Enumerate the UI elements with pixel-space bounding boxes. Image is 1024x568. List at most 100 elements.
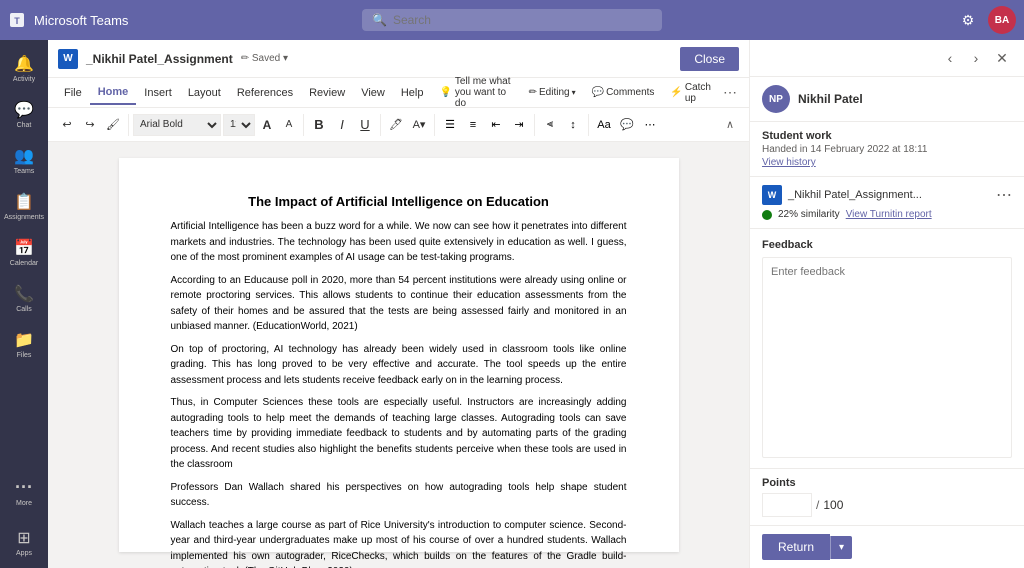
panel-nav: ‹ › ✕ <box>750 40 1024 77</box>
activity-icon: 🔔 <box>14 54 34 74</box>
panel-prev-button[interactable]: ‹ <box>938 46 962 70</box>
points-input-row: / 100 <box>762 493 1012 517</box>
teams-logo-icon: T <box>8 11 26 29</box>
panel-next-button[interactable]: › <box>964 46 988 70</box>
file-more-button[interactable]: ⋯ <box>996 185 1012 205</box>
points-separator: / <box>816 498 819 512</box>
sidebar-item-apps[interactable]: ⊞ Apps <box>4 520 44 564</box>
format-more-button[interactable]: ⋯ <box>639 114 661 136</box>
teams-icon: 👥 <box>14 146 34 166</box>
font-name-select[interactable]: Arial Bold <box>133 114 221 136</box>
format-bar: ↩ ↪ 🖌 Arial Bold 11 A A B I U 🖊 <box>48 108 749 142</box>
doc-titlebar: W _Nikhil Patel_Assignment ✏ Saved ▾ Clo… <box>48 40 749 78</box>
font-size-select[interactable]: 11 <box>223 114 255 136</box>
redo-button[interactable]: ↪ <box>79 114 101 136</box>
bold-button[interactable]: B <box>308 114 330 136</box>
return-section: Return ▾ <box>750 525 1024 568</box>
settings-icon[interactable]: ⚙ <box>954 6 982 34</box>
student-work-subtitle: Handed in 14 February 2022 at 18:11 <box>762 144 1012 155</box>
more-icon: ··· <box>15 477 33 498</box>
editing-button[interactable]: ✏ Editing ▾ <box>521 83 584 102</box>
line-spacing-button[interactable]: ↕ <box>562 114 584 136</box>
assignments-icon: 📋 <box>14 192 34 212</box>
font-color-button[interactable]: A▾ <box>408 114 430 136</box>
calendar-icon: 📅 <box>14 238 34 258</box>
editing-chevron-icon: ▾ <box>572 88 576 97</box>
doc-para-5: Wallach teaches a large course as part o… <box>171 518 627 568</box>
main-layout: 🔔 Activity 💬 Chat 👥 Teams 📋 Assignments … <box>0 40 1024 568</box>
sidebar-item-chat[interactable]: 💬 Chat <box>4 92 44 136</box>
underline-button[interactable]: U <box>354 114 376 136</box>
app-title: Microsoft Teams <box>34 13 128 28</box>
doc-para-1: According to an Educause poll in 2020, m… <box>171 273 627 335</box>
sidebar-item-more[interactable]: ··· More <box>4 470 44 514</box>
format-collapse-button[interactable]: ∧ <box>719 114 741 136</box>
reviewer-name: Nikhil Patel <box>798 92 863 106</box>
indent-increase-button[interactable]: ⇥ <box>508 114 530 136</box>
format-group-misc: Aa 💬 ⋯ <box>593 114 661 136</box>
right-panel: ‹ › ✕ NP Nikhil Patel Student work Hande… <box>749 40 1024 568</box>
tab-review[interactable]: Review <box>301 82 353 104</box>
tab-references[interactable]: References <box>229 82 301 104</box>
apps-icon: ⊞ <box>17 528 30 548</box>
font-increase-button[interactable]: A <box>257 114 277 136</box>
search-input[interactable] <box>393 13 633 27</box>
number-list-button[interactable]: ≡ <box>462 114 484 136</box>
close-button[interactable]: Close <box>680 47 739 71</box>
turnitin-link[interactable]: View Turnitin report <box>846 209 932 220</box>
tab-layout[interactable]: Layout <box>180 82 229 104</box>
feedback-input[interactable] <box>762 257 1012 458</box>
indent-decrease-button[interactable]: ⇤ <box>485 114 507 136</box>
return-dropdown-button[interactable]: ▾ <box>830 536 852 559</box>
tab-help[interactable]: Help <box>393 82 432 104</box>
sidebar-item-files[interactable]: 📁 Files <box>4 322 44 366</box>
points-input[interactable] <box>762 493 812 517</box>
italic-button[interactable]: I <box>331 114 353 136</box>
lightbulb-icon: 💡 <box>439 87 451 98</box>
sidebar-label-files: Files <box>17 352 32 359</box>
comments-button[interactable]: 💬 Comments <box>584 83 663 102</box>
doc-page: The Impact of Artificial Intelligence on… <box>119 158 679 552</box>
bullet-list-button[interactable]: ☰ <box>439 114 461 136</box>
tab-insert[interactable]: Insert <box>136 82 180 104</box>
reviewer-header: NP Nikhil Patel <box>750 77 1024 122</box>
view-history-link[interactable]: View history <box>762 157 1012 168</box>
sidebar-item-assignments[interactable]: 📋 Assignments <box>4 184 44 228</box>
format-group-list: ☰ ≡ ⇤ ⇥ <box>439 114 535 136</box>
font-decrease-button[interactable]: A <box>279 114 299 136</box>
file-info-row: W _Nikhil Patel_Assignment... ⋯ <box>762 185 1012 205</box>
tab-home[interactable]: Home <box>90 81 137 105</box>
similarity-dot <box>762 210 772 220</box>
word-icon: W <box>58 49 78 69</box>
return-button[interactable]: Return <box>762 534 830 560</box>
file-name-row: W _Nikhil Patel_Assignment... <box>762 185 922 205</box>
file-name-label: _Nikhil Patel_Assignment... <box>788 189 922 201</box>
document-area: W _Nikhil Patel_Assignment ✏ Saved ▾ Clo… <box>48 40 749 568</box>
format-painter-button[interactable]: 🖌 <box>102 114 124 136</box>
catch-up-button[interactable]: ⚡ Catch up <box>662 78 719 108</box>
sidebar-label-chat: Chat <box>17 122 32 129</box>
comment-inline-button[interactable]: 💬 <box>616 114 638 136</box>
undo-button[interactable]: ↩ <box>56 114 78 136</box>
tab-view[interactable]: View <box>353 82 393 104</box>
sidebar-item-teams[interactable]: 👥 Teams <box>4 138 44 182</box>
titlebar-left: T Microsoft Teams <box>8 11 128 29</box>
sidebar-item-calls[interactable]: 📞 Calls <box>4 276 44 320</box>
format-group-color: 🖊 A▾ <box>385 114 435 136</box>
align-left-button[interactable]: ⫷ <box>539 114 561 136</box>
search-bar[interactable]: 🔍 <box>362 9 662 31</box>
more-ribbon-icon[interactable]: ⋯ <box>719 80 741 105</box>
highlight-button[interactable]: 🖊 <box>385 114 407 136</box>
sidebar-item-activity[interactable]: 🔔 Activity <box>4 46 44 90</box>
sidebar-item-calendar[interactable]: 📅 Calendar <box>4 230 44 274</box>
svg-text:T: T <box>14 16 20 26</box>
styles-button[interactable]: Aa <box>593 114 615 136</box>
user-avatar[interactable]: BA <box>988 6 1016 34</box>
file-info-section: W _Nikhil Patel_Assignment... ⋯ 22% simi… <box>750 177 1024 229</box>
points-max: 100 <box>823 498 843 512</box>
sidebar-label-calendar: Calendar <box>10 260 38 267</box>
student-work-section: Student work Handed in 14 February 2022 … <box>750 122 1024 177</box>
tell-me-button[interactable]: 💡 Tell me what you want to do <box>431 72 520 113</box>
panel-close-button[interactable]: ✕ <box>990 46 1014 70</box>
tab-file[interactable]: File <box>56 82 90 104</box>
